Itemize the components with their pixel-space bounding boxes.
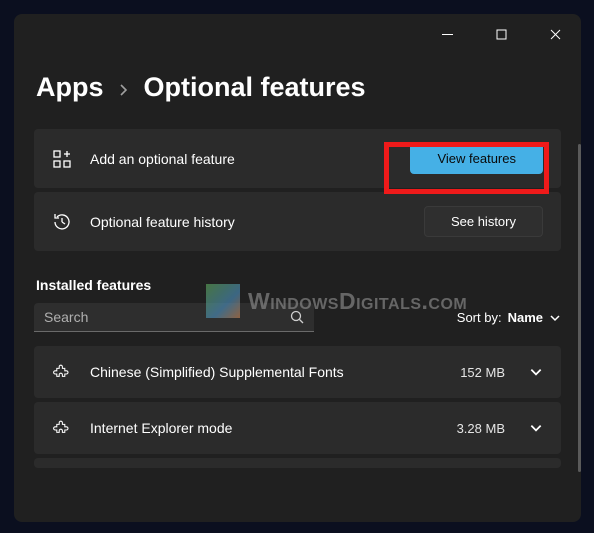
add-feature-icon xyxy=(52,149,72,169)
maximize-icon xyxy=(496,29,507,40)
puzzle-icon xyxy=(52,362,72,382)
chevron-down-icon xyxy=(529,421,543,435)
optional-feature-history-card: Optional feature history See history xyxy=(34,192,561,251)
search-icon xyxy=(290,310,304,324)
search-input-wrapper[interactable] xyxy=(34,303,314,332)
settings-window: Apps Optional features Add an optional f… xyxy=(14,14,581,522)
chevron-down-icon xyxy=(529,365,543,379)
feature-name: Chinese (Simplified) Supplemental Fonts xyxy=(90,364,442,380)
add-feature-label: Add an optional feature xyxy=(90,151,392,167)
close-icon xyxy=(550,29,561,40)
breadcrumb: Apps Optional features xyxy=(14,54,581,129)
page-title: Optional features xyxy=(144,72,366,103)
minimize-icon xyxy=(442,29,453,40)
puzzle-icon xyxy=(52,418,72,438)
search-sort-row: Sort by: Name xyxy=(34,303,561,332)
window-maximize-button[interactable] xyxy=(479,19,523,49)
installed-features-heading: Installed features xyxy=(36,277,561,293)
sort-by-button[interactable]: Sort by: Name xyxy=(457,310,561,325)
titlebar xyxy=(14,14,581,54)
scrollbar[interactable] xyxy=(578,144,581,472)
see-history-button[interactable]: See history xyxy=(424,206,543,237)
feature-size: 3.28 MB xyxy=(457,421,505,436)
chevron-right-icon xyxy=(118,72,130,103)
content-area: Add an optional feature View features Op… xyxy=(14,129,581,468)
history-label: Optional feature history xyxy=(90,214,406,230)
view-features-button[interactable]: View features xyxy=(410,143,543,174)
feature-row-partial xyxy=(34,458,561,468)
search-input[interactable] xyxy=(44,309,290,325)
window-minimize-button[interactable] xyxy=(425,19,469,49)
breadcrumb-parent[interactable]: Apps xyxy=(36,72,104,103)
history-icon xyxy=(52,212,72,232)
feature-name: Internet Explorer mode xyxy=(90,420,439,436)
sort-by-value: Name xyxy=(508,310,543,325)
feature-row[interactable]: Internet Explorer mode 3.28 MB xyxy=(34,402,561,454)
add-optional-feature-card: Add an optional feature View features xyxy=(34,129,561,188)
window-close-button[interactable] xyxy=(533,19,577,49)
chevron-down-icon xyxy=(549,312,561,324)
feature-row[interactable]: Chinese (Simplified) Supplemental Fonts … xyxy=(34,346,561,398)
sort-by-label: Sort by: xyxy=(457,310,502,325)
feature-size: 152 MB xyxy=(460,365,505,380)
